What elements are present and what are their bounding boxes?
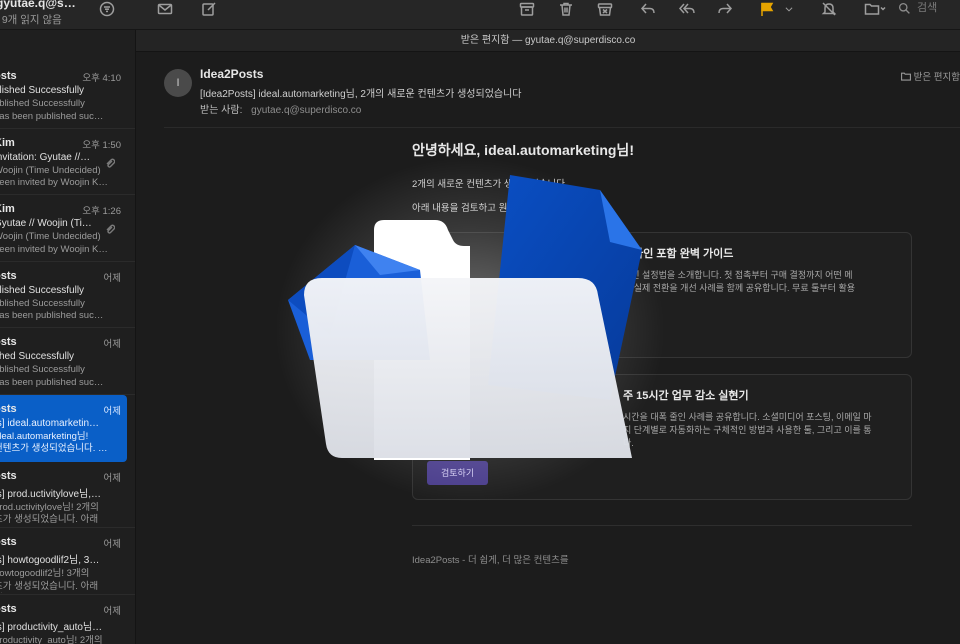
message-preview: howtogoodlif2님! 3개의 츠가 생성되었습니다. 아래 내…: [0, 568, 99, 592]
message-preview: Woojin (Time Undecided) been invited by …: [0, 164, 108, 189]
message-subject: blished Successfully: [0, 284, 85, 296]
content-card-2: 주 15시간 업무 감소 실현기 시간을 대폭 줄인 사례를 공유합니다. 소셜…: [412, 374, 912, 500]
message-viewer: I Idea2Posts [Idea2Posts] ideal.automark…: [136, 52, 960, 644]
compose-mail-icon[interactable]: [154, 0, 176, 20]
message-time: 어제: [103, 605, 121, 617]
message-preview: ideal.automarketing님! 컨텐츠가 생성되었습니다. …: [0, 430, 108, 455]
content-card-1: 150% 임라인 포함 완벽 가이드 메인 설정법을 소개합니다. 첫 접촉부터…: [412, 232, 912, 358]
move-folder-icon[interactable]: [860, 0, 890, 20]
message-time: 어제: [103, 472, 121, 484]
forward-icon[interactable]: [714, 0, 736, 20]
message-row[interactable]: osts 어제ts] ideal.automarketin…ideal.autom…: [0, 394, 127, 462]
recipient-address[interactable]: gyutae.q@superdisco.co: [251, 105, 361, 116]
message-subject: ts] ideal.automarketin…: [0, 417, 100, 429]
email-subject: [Idea2Posts] ideal.automarketing님, 2개의 새…: [200, 89, 522, 100]
message-subject: ts] howtogoodlif2님, 3…: [0, 555, 100, 567]
search-field[interactable]: [898, 0, 960, 18]
filter-icon[interactable]: [96, 0, 118, 20]
instruction-text: 아래 내용을 검토하고 원하: [412, 203, 517, 214]
message-row[interactable]: Kim오후 1:50Invitation: Gyutae //…Woojin (…: [0, 129, 135, 196]
message-preview: productivity_auto님! 2개의: [0, 634, 103, 644]
mailbox-name: 받은 편지함: [913, 72, 960, 83]
recipient-label: 받는 사람:: [200, 105, 243, 116]
message-subject: ts] productivity_auto님…: [0, 621, 103, 633]
reply-all-icon[interactable]: [676, 0, 698, 20]
header-divider: [164, 127, 960, 128]
toolbar: gyutae.q@s… , 9개 읽지 않음: [0, 0, 960, 30]
message-row[interactable]: osts어제blished Successfullyublished Succe…: [0, 262, 135, 329]
mail-app-window: gyutae.q@s… , 9개 읽지 않음 검색 sts 오후 4:10 bl…: [0, 0, 960, 644]
review-button[interactable]: 검토하기: [427, 461, 489, 485]
card-description: 시간을 대폭 줄인 사례를 공유합니다. 소셜미디어 포스팅, 이메일 마 지 …: [623, 412, 872, 448]
card-title: 임라인 포함 완벽 가이드: [623, 248, 734, 260]
message-time: 어제: [103, 405, 121, 417]
message-subject: shed Successfully: [0, 351, 75, 363]
email-body: 안녕하세요, ideal.automarketing님! 2개의 새로운 컨텐츠…: [412, 140, 912, 500]
message-time: 오후 1:26: [82, 206, 121, 218]
greeting: 안녕하세요, ideal.automarketing님!: [412, 142, 634, 158]
message-time: 오후 4:10: [82, 73, 121, 84]
message-subject: Invitation: Gyutae //…: [0, 151, 91, 163]
message-preview: ublished Successfully has been published…: [0, 297, 104, 322]
message-time: 오후 1:50: [82, 139, 121, 151]
new-note-icon[interactable]: [198, 0, 220, 20]
avatar: I: [164, 69, 192, 97]
reply-icon[interactable]: [637, 0, 659, 20]
attachment-icon: [105, 155, 116, 168]
mute-bell-icon[interactable]: [818, 0, 840, 20]
junk-icon[interactable]: [594, 0, 616, 20]
folder-icon: [900, 72, 911, 81]
email-footer: Idea2Posts - 더 쉽게, 더 많은 컨텐츠를: [412, 555, 569, 566]
sender-name[interactable]: Idea2Posts: [200, 67, 263, 81]
message-row[interactable]: osts어제ts] prod.uctivitylove님,…prod.uctiv…: [0, 462, 135, 529]
message-row[interactable]: osts어제shed Successfullyublished Successf…: [0, 328, 135, 395]
search-icon: [898, 2, 910, 14]
message-row[interactable]: Kim오후 1:26Gyutae // Woojin (Ti…Woojin (T…: [0, 195, 135, 262]
search-input[interactable]: [917, 2, 960, 14]
message-sender: osts: [0, 402, 17, 415]
message-row[interactable]: osts어제ts] productivity_auto님…productivit…: [0, 595, 135, 644]
message-preview: ublished Successfully has been published…: [0, 98, 104, 122]
message-preview: Woojin (Time Undecided) been invited by …: [0, 231, 108, 255]
chevron-down-icon[interactable]: [782, 0, 796, 20]
message-list: osts오후 4:10blished Successfullyublished …: [0, 30, 136, 644]
card-title: 주 15시간 업무 감소 실현기: [623, 390, 749, 402]
mailbox-tag: 받은 편지함: [900, 69, 960, 83]
card-description: 메인 설정법을 소개합니다. 첫 접촉부터 구매 결정까지 어떤 메 와 실제 …: [623, 270, 856, 293]
message-preview: prod.uctivitylove님! 2개의 츠가 생성되었습니다. 아래 내…: [0, 501, 99, 526]
message-time: 어제: [103, 339, 121, 351]
attachment-icon: [105, 221, 116, 234]
message-subject: ts] prod.uctivitylove님,…: [0, 488, 102, 500]
message-time: 어제: [103, 272, 121, 284]
message-time: 어제: [103, 539, 121, 551]
message-subject: blished Successfully: [0, 85, 85, 96]
footer-divider: [412, 525, 912, 526]
trash-icon[interactable]: [555, 0, 577, 20]
message-row[interactable]: osts오후 4:10blished Successfullyublished …: [0, 62, 135, 129]
archive-icon[interactable]: [516, 0, 538, 20]
message-preview: ublished Successfully has been published…: [0, 364, 104, 388]
card-badge: 150%: [441, 245, 467, 256]
window-title: 받은 편지함 — gyutae.q@superdisco.co: [136, 30, 960, 52]
flag-icon[interactable]: [756, 0, 778, 20]
message-subject: Gyutae // Woojin (Ti…: [0, 218, 92, 230]
message-row[interactable]: osts어제ts] howtogoodlif2님, 3…howtogoodlif…: [0, 528, 135, 595]
recipient-line: 받는 사람: gyutae.q@superdisco.co: [200, 101, 361, 116]
intro-text: 2개의 새로운 컨텐츠가 생성되었습니다.: [412, 179, 568, 190]
